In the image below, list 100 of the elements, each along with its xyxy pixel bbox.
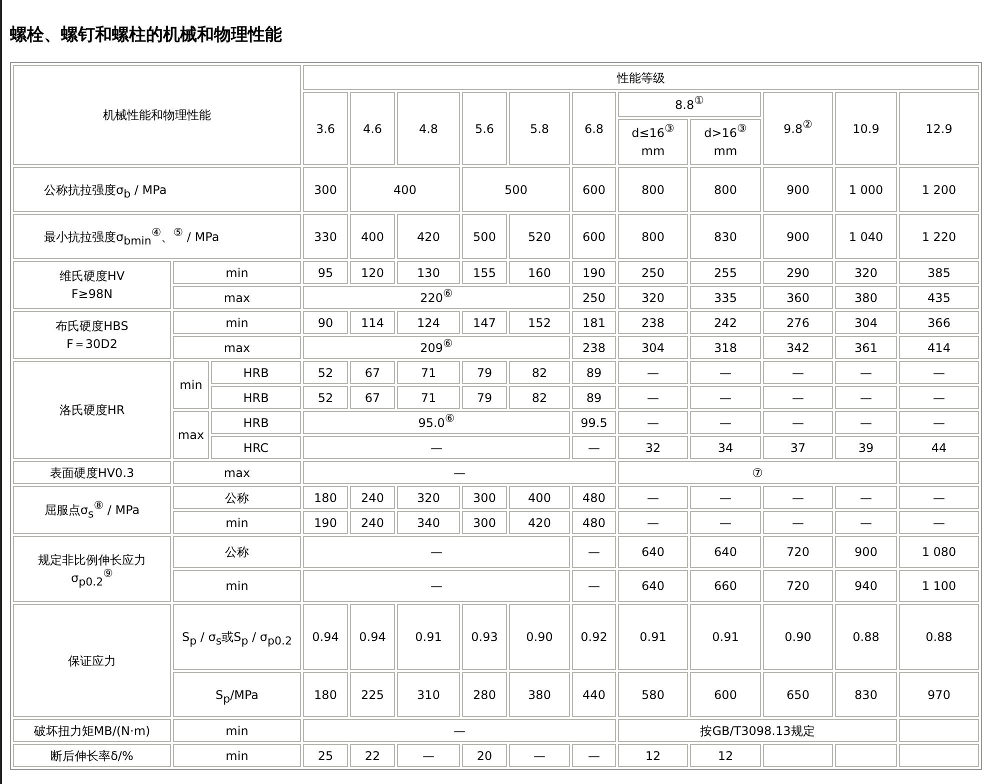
table-cell: 20 (462, 744, 507, 767)
table-cell: 435 (899, 286, 979, 309)
table-cell: 1 000 (835, 167, 897, 212)
table-cell: 0.94 (350, 604, 395, 670)
row-header: 断后伸长率δ/% (13, 744, 171, 767)
table-cell: 按GB/T3098.13规定 (618, 719, 897, 742)
table-cell: 0.90 (509, 604, 570, 670)
table-cell: — (572, 744, 616, 767)
table-cell: 32 (618, 436, 688, 459)
table-cell: 640 (690, 536, 761, 568)
table-cell: 420 (509, 511, 570, 534)
table-cell: 0.94 (303, 604, 348, 670)
table-cell: 240 (350, 511, 395, 534)
table-cell: 0.91 (690, 604, 761, 670)
table-cell: 0.88 (899, 604, 979, 670)
table-cell: 0.91 (397, 604, 460, 670)
table-cell: 414 (899, 336, 979, 359)
table-cell: HRB (211, 386, 301, 409)
table-cell: — (303, 436, 570, 459)
table-cell: 830 (690, 214, 761, 259)
table-cell: — (835, 361, 897, 384)
table-cell: — (572, 570, 616, 602)
table-cell: 181 (572, 311, 616, 334)
table-cell: 25 (303, 744, 348, 767)
table-cell: 180 (303, 486, 348, 509)
table-cell: 600 (690, 672, 761, 717)
table-cell: — (618, 486, 688, 509)
table-cell: 190 (303, 511, 348, 534)
table-cell: — (835, 486, 897, 509)
table-cell: 52 (303, 361, 348, 384)
table-cell: — (303, 570, 570, 602)
table-cell: 420 (397, 214, 460, 259)
table-cell: max (173, 461, 301, 484)
table-cell: 255 (690, 261, 761, 284)
table-cell: — (763, 386, 833, 409)
table-cell: — (763, 361, 833, 384)
table-cell: max (173, 286, 301, 309)
table-cell: min (173, 719, 301, 742)
table-cell: 242 (690, 311, 761, 334)
table-cell: 95 (303, 261, 348, 284)
table-cell: 400 (509, 486, 570, 509)
table-cell: HRC (211, 436, 301, 459)
table-cell: — (763, 511, 833, 534)
table-cell: 71 (397, 361, 460, 384)
table-cell: 640 (618, 570, 688, 602)
table-cell: 500 (462, 214, 507, 259)
table-cell: 640 (618, 536, 688, 568)
table-cell: — (397, 744, 460, 767)
table-cell: 400 (350, 214, 395, 259)
row-header: 洛氏硬度HR (13, 361, 171, 459)
table-cell: — (763, 486, 833, 509)
table-cell: 720 (763, 570, 833, 602)
table-cell: 940 (835, 570, 897, 602)
table-cell: 380 (835, 286, 897, 309)
table-cell: — (618, 386, 688, 409)
table-cell: 800 (618, 214, 688, 259)
table-cell: 660 (690, 570, 761, 602)
table-cell: 310 (397, 672, 460, 717)
table-cell: 970 (899, 672, 979, 717)
table-cell: 225 (350, 672, 395, 717)
table-cell: 300 (462, 511, 507, 534)
table-cell: — (690, 361, 761, 384)
table-cell: 0.93 (462, 604, 507, 670)
table-cell: 1 040 (835, 214, 897, 259)
table-cell: 89 (572, 386, 616, 409)
table-cell: 34 (690, 436, 761, 459)
table-cell: 1 080 (899, 536, 979, 568)
table-cell: 304 (835, 311, 897, 334)
table-cell: — (690, 411, 761, 434)
table-cell: 82 (509, 361, 570, 384)
table-cell: min (173, 511, 301, 534)
table-cell: 380 (509, 672, 570, 717)
table-cell: 250 (572, 286, 616, 309)
table-cell: 公称 (173, 536, 301, 568)
table-cell: HRB (211, 361, 301, 384)
table-cell: 67 (350, 386, 395, 409)
table-cell: 320 (397, 486, 460, 509)
table-cell: 340 (397, 511, 460, 534)
table-cell: 99.5 (572, 411, 616, 434)
table-cell: — (303, 536, 570, 568)
table-cell: — (835, 511, 897, 534)
table-cell: 152 (509, 311, 570, 334)
table-cell: 67 (350, 361, 395, 384)
column-header: 5.8 (509, 92, 570, 165)
row-header: 保证应力 (13, 604, 171, 717)
table-cell: 480 (572, 511, 616, 534)
table-cell: 900 (835, 536, 897, 568)
table-cell: — (899, 511, 979, 534)
table-cell: 400 (350, 167, 460, 212)
table-cell: 12 (618, 744, 688, 767)
table-cell: 114 (350, 311, 395, 334)
table-cell: — (303, 461, 616, 484)
table-cell: 335 (690, 286, 761, 309)
table-cell: min (173, 361, 209, 409)
table-cell: ⑦ (618, 461, 897, 484)
table-cell: — (835, 411, 897, 434)
table-cell: — (690, 511, 761, 534)
table-cell: 52 (303, 386, 348, 409)
table-cell: 表面硬度HV0.3 (13, 461, 171, 484)
table-cell: 12 (690, 744, 761, 767)
